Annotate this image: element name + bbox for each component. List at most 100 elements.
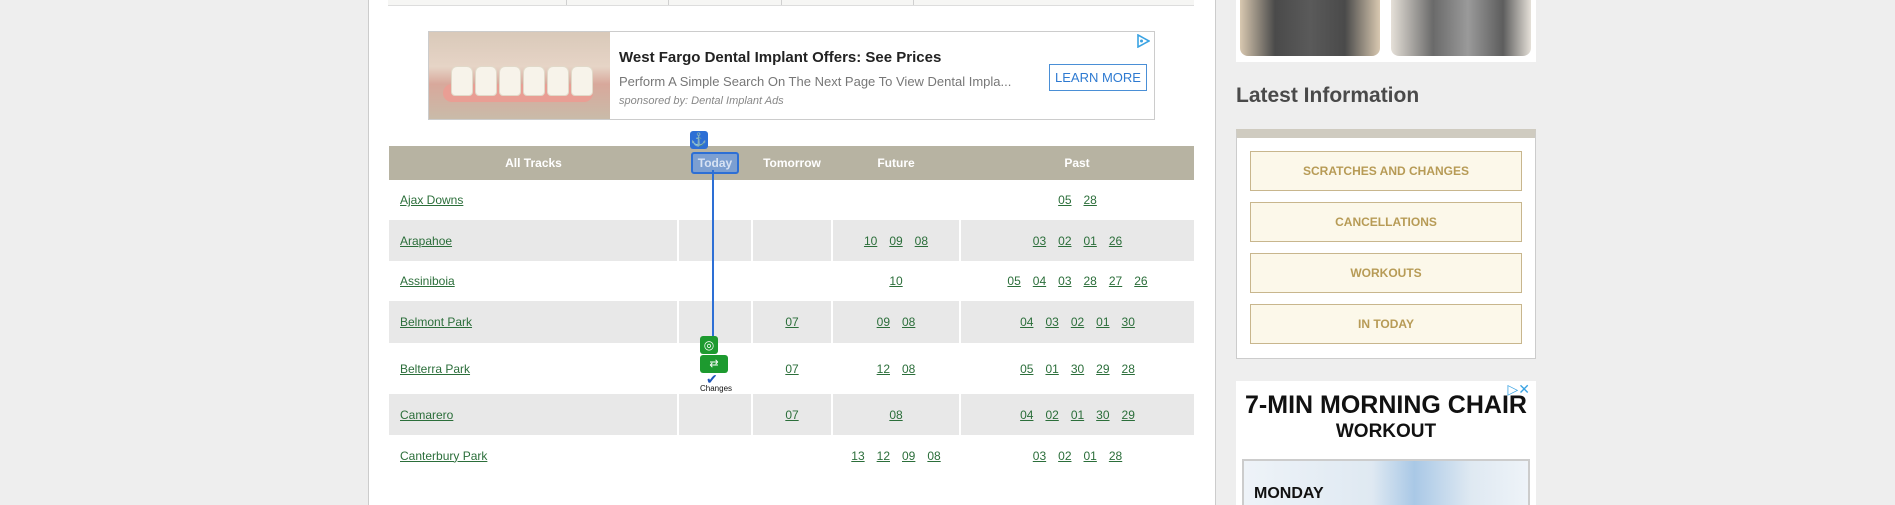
date-link[interactable]: 13 xyxy=(851,449,864,463)
date-link[interactable]: 05 xyxy=(1058,193,1071,207)
today-cell xyxy=(678,220,753,261)
ad-title[interactable]: West Fargo Dental Implant Offers: See Pr… xyxy=(619,49,941,66)
track-name-cell: Ajax Downs xyxy=(389,180,679,220)
date-link[interactable]: 07 xyxy=(785,408,798,422)
track-name-cell: Assiniboia xyxy=(389,261,679,301)
date-link[interactable]: 08 xyxy=(889,408,902,422)
ad-dental-image[interactable] xyxy=(429,32,610,119)
ad-description: Perform A Simple Search On The Next Page… xyxy=(619,74,1012,89)
date-link[interactable]: 09 xyxy=(902,449,915,463)
scratches-and-changes-button[interactable]: SCRATCHES AND CHANGES xyxy=(1250,151,1522,191)
date-link[interactable]: 07 xyxy=(785,315,798,329)
track-link[interactable]: Belterra Park xyxy=(400,362,470,376)
date-link[interactable]: 02 xyxy=(1071,315,1084,329)
track-link[interactable]: Canterbury Park xyxy=(400,449,487,463)
date-link[interactable]: 07 xyxy=(785,362,798,376)
date-link[interactable]: 03 xyxy=(1058,274,1071,288)
date-link[interactable]: 02 xyxy=(1045,408,1058,422)
today-cell xyxy=(678,261,753,301)
date-link[interactable]: 04 xyxy=(1020,315,1033,329)
cancellations-button[interactable]: CANCELLATIONS xyxy=(1250,202,1522,242)
date-link[interactable]: 04 xyxy=(1020,408,1033,422)
shirt-photo-2[interactable] xyxy=(1391,0,1531,56)
date-link[interactable]: 26 xyxy=(1109,234,1122,248)
header-all-tracks: All Tracks xyxy=(389,146,678,180)
tomorrow-cell xyxy=(752,435,833,476)
date-link[interactable]: 08 xyxy=(902,315,915,329)
workout-ad-day: MONDAY xyxy=(1254,485,1324,502)
date-link[interactable]: 09 xyxy=(889,234,902,248)
track-link[interactable]: Belmont Park xyxy=(400,315,472,329)
shirt-photo-1[interactable] xyxy=(1240,0,1380,56)
date-link[interactable]: 28 xyxy=(1084,193,1097,207)
date-link[interactable]: 08 xyxy=(927,449,940,463)
date-link[interactable]: 03 xyxy=(1033,234,1046,248)
date-link[interactable]: 02 xyxy=(1058,234,1071,248)
date-link[interactable]: 30 xyxy=(1096,408,1109,422)
header-today-label[interactable]: Today xyxy=(690,152,740,174)
date-link[interactable]: 01 xyxy=(1096,315,1109,329)
track-name-cell: Canterbury Park xyxy=(389,435,679,476)
workout-ad[interactable]: ▷✕ 7-MIN MORNING CHAIR WORKOUT MONDAY xyxy=(1236,381,1536,505)
past-cell: 05 01 30 29 28 xyxy=(960,343,1194,394)
date-link[interactable]: 12 xyxy=(877,362,890,376)
date-link[interactable]: 10 xyxy=(864,234,877,248)
date-link[interactable]: 12 xyxy=(877,449,890,463)
track-name-cell: Belterra Park xyxy=(389,343,679,394)
date-link[interactable]: 26 xyxy=(1134,274,1147,288)
date-link[interactable]: 05 xyxy=(1007,274,1020,288)
learn-more-button[interactable]: LEARN MORE xyxy=(1049,64,1147,91)
track-link[interactable]: Assiniboia xyxy=(400,274,455,288)
table-row: Assiniboia 10 05 04 03 28 27 26 xyxy=(389,261,1194,301)
future-cell: 10 09 08 xyxy=(832,220,961,261)
date-link[interactable]: 09 xyxy=(877,315,890,329)
workout-ad-subtitle[interactable]: WORKOUT xyxy=(1236,421,1536,443)
date-link[interactable]: 08 xyxy=(915,234,928,248)
date-link[interactable]: 01 xyxy=(1045,362,1058,376)
date-link[interactable]: 02 xyxy=(1058,449,1071,463)
date-link[interactable]: 29 xyxy=(1122,408,1135,422)
future-cell: 09 08 xyxy=(832,301,961,343)
tomorrow-cell xyxy=(752,180,833,220)
date-link[interactable]: 01 xyxy=(1084,449,1097,463)
date-link[interactable]: 28 xyxy=(1109,449,1122,463)
adchoices-triangle-icon[interactable] xyxy=(1136,33,1151,49)
future-cell: 08 xyxy=(832,394,961,435)
tomorrow-cell xyxy=(752,261,833,301)
date-link[interactable]: 05 xyxy=(1020,362,1033,376)
tomorrow-cell: 07 xyxy=(752,394,833,435)
track-name-cell: Belmont Park xyxy=(389,301,679,343)
header-past: Past xyxy=(960,146,1194,180)
today-cell xyxy=(678,394,753,435)
changes-label: Changes xyxy=(700,384,733,393)
ad-banner[interactable]: West Fargo Dental Implant Offers: See Pr… xyxy=(428,31,1155,120)
date-link[interactable]: 28 xyxy=(1084,274,1097,288)
track-link[interactable]: Ajax Downs xyxy=(400,193,463,207)
workout-ad-title[interactable]: 7-MIN MORNING CHAIR xyxy=(1236,391,1536,420)
date-link[interactable]: 04 xyxy=(1033,274,1046,288)
date-link[interactable]: 01 xyxy=(1071,408,1084,422)
sidebar-product-photo[interactable] xyxy=(1236,0,1536,62)
date-link[interactable]: 03 xyxy=(1033,449,1046,463)
ad-sponsor: sponsored by: Dental Implant Ads xyxy=(619,95,784,107)
annotation-connector-line xyxy=(712,170,714,340)
track-link[interactable]: Camarero xyxy=(400,408,453,422)
date-link[interactable]: 10 xyxy=(889,274,902,288)
workouts-button[interactable]: WORKOUTS xyxy=(1250,253,1522,293)
date-link[interactable]: 01 xyxy=(1084,234,1097,248)
future-cell: 13 12 09 08 xyxy=(832,435,961,476)
track-link[interactable]: Arapahoe xyxy=(400,234,452,248)
date-link[interactable]: 03 xyxy=(1045,315,1058,329)
date-link[interactable]: 27 xyxy=(1109,274,1122,288)
track-name-cell: Arapahoe xyxy=(389,220,679,261)
date-link[interactable]: 08 xyxy=(902,362,915,376)
past-cell: 04 02 01 30 29 xyxy=(960,394,1194,435)
date-link[interactable]: 30 xyxy=(1071,362,1084,376)
date-link[interactable]: 29 xyxy=(1096,362,1109,376)
date-link[interactable]: 30 xyxy=(1122,315,1135,329)
in-today-button[interactable]: IN TODAY xyxy=(1250,304,1522,344)
header-today[interactable]: Today xyxy=(678,146,752,180)
target-icon: ◎ xyxy=(700,336,718,354)
date-link[interactable]: 28 xyxy=(1122,362,1135,376)
header-tomorrow: Tomorrow xyxy=(752,146,832,180)
